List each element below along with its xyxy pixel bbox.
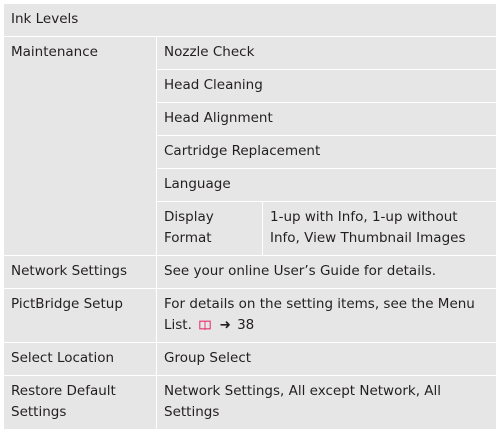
pictbridge-setup-label-cell: PictBridge Setup (3, 288, 157, 343)
nozzle-check-cell: Nozzle Check (155, 36, 498, 70)
head-cleaning-cell: Head Cleaning (155, 69, 498, 103)
page-reference: 38 (237, 317, 255, 333)
head-alignment-cell: Head Alignment (155, 102, 498, 136)
pictbridge-setup-text: For details on the setting items, see th… (164, 296, 475, 333)
restore-default-label-cell: Restore Default Settings (3, 375, 157, 430)
table-row: PictBridge Setup For details on the sett… (3, 288, 498, 343)
table-row: Select Location Group Select (3, 342, 498, 376)
select-location-value-cell: Group Select (155, 342, 498, 376)
table-row: Maintenance Nozzle Check (3, 36, 498, 256)
network-settings-label-cell: Network Settings (3, 255, 157, 289)
select-location-label-cell: Select Location (3, 342, 157, 376)
table-row: Restore Default Settings Network Setting… (3, 375, 498, 430)
book-icon (199, 320, 211, 330)
table-row: Network Settings See your online User’s … (3, 255, 498, 289)
restore-default-value-cell: Network Settings, All except Network, Al… (155, 375, 498, 430)
display-format-value-cell: 1-up with Info, 1-up without Info, View … (261, 201, 498, 256)
display-format-label-cell: Display Format (156, 201, 263, 256)
right-arrow-icon: ➜ (219, 317, 231, 333)
pictbridge-setup-value-cell: For details on the setting items, see th… (155, 288, 498, 343)
language-cell: Language (155, 168, 498, 202)
network-settings-value-cell: See your online User’s Guide for details… (155, 255, 498, 289)
maintenance-label-cell: Maintenance (3, 36, 157, 256)
ink-levels-cell: Ink Levels (2, 3, 498, 37)
cartridge-replacement-cell: Cartridge Replacement (155, 135, 498, 169)
settings-menu-table: Ink Levels Maintenance Nozzle Check Head… (2, 3, 498, 430)
table-row: Ink Levels (2, 3, 498, 37)
